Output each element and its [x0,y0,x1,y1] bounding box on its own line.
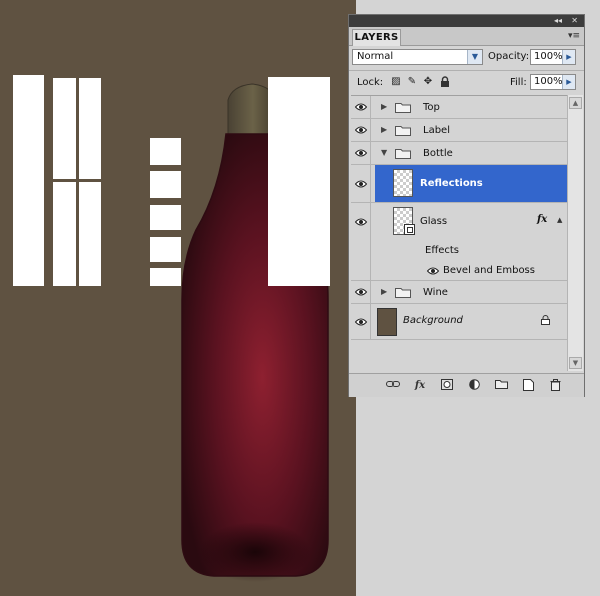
fill-value: 100% [534,76,563,87]
layer-row-wine[interactable]: ▶ Wine [351,281,567,304]
triangle-down-icon[interactable]: ▼ [381,148,387,157]
scroll-up-button[interactable]: ▲ [569,97,582,109]
layer-name[interactable]: Wine [423,287,448,298]
new-layer-icon[interactable] [521,379,535,392]
blend-mode-value: Normal [357,51,394,62]
eye-icon[interactable] [351,96,371,118]
effects-row[interactable]: Effects [351,241,567,261]
panel-titlebar[interactable]: ◂◂ ✕ [349,15,584,27]
effect-name[interactable]: Bevel and Emboss [443,265,535,276]
tab-row: LAYERS ▾≡ [349,27,584,46]
layer-name[interactable]: Background [403,315,463,326]
layer-name[interactable]: Label [423,125,450,136]
layer-row-reflections[interactable]: Reflections [351,165,567,203]
lock-transparent-icon[interactable]: ▨ [390,76,402,88]
document-canvas[interactable] [0,0,356,596]
eye-icon[interactable] [351,165,371,202]
scroll-down-button[interactable]: ▼ [569,357,582,369]
chevron-right-icon[interactable]: ▶ [562,75,575,89]
eye-icon[interactable] [351,203,371,241]
tab-layers[interactable]: LAYERS [352,29,401,46]
chevron-right-icon[interactable]: ▶ [562,50,575,64]
layer-name[interactable]: Reflections [420,178,483,189]
layer-thumbnail[interactable] [393,169,413,197]
folder-icon [395,103,411,113]
lock-label: Lock: [357,77,384,88]
blend-mode-select[interactable]: Normal ▼ [352,49,483,65]
eye-icon[interactable] [351,119,371,141]
eye-icon[interactable] [351,281,371,303]
panel-bottom-toolbar: fx [349,373,584,397]
layers-panel: ◂◂ ✕ LAYERS ▾≡ Normal ▼ Opacity: 100% ▶ … [348,14,585,397]
layer-name[interactable]: Glass [420,216,447,227]
placeholder-rect [53,78,76,179]
opacity-field[interactable]: 100% ▶ [530,49,576,65]
panel-menu-icon[interactable]: ▾≡ [568,31,580,41]
layer-thumbnail[interactable] [377,308,397,336]
adjustment-icon[interactable] [467,379,481,392]
fill-field[interactable]: 100% ▶ [530,74,576,90]
layers-scrollbar[interactable]: ▲ ▼ [567,95,583,371]
layer-name[interactable]: Bottle [423,148,453,159]
folder-icon [395,288,411,298]
divider [349,70,584,71]
layers-list: ▶ Top ▶ Label ▼ Bottle Reflections Glass… [351,95,567,372]
fx-icon[interactable]: fx [537,214,547,225]
smart-object-icon [404,224,415,235]
placeholder-rect [150,268,181,286]
eye-icon[interactable] [426,267,440,278]
new-group-icon[interactable] [494,379,508,392]
eye-slot [351,261,371,280]
lock-brush-icon[interactable]: ✎ [406,76,418,88]
placeholder-rect [150,171,181,198]
eye-icon[interactable] [351,304,371,339]
layer-name[interactable]: Top [423,102,440,113]
fx-icon[interactable]: fx [413,379,427,392]
placeholder-rect [150,205,181,230]
eye-icon[interactable] [351,142,371,164]
effects-label: Effects [425,245,459,256]
layer-row-top[interactable]: ▶ Top [351,96,567,119]
collapse-icon[interactable]: ◂◂ [554,16,562,26]
folder-icon [395,149,411,159]
layer-row-bottle[interactable]: ▼ Bottle [351,142,567,165]
link-icon[interactable] [386,379,400,392]
chevron-down-icon: ▼ [467,50,482,64]
placeholder-rect [53,182,76,286]
triangle-up-icon[interactable]: ▲ [557,216,562,224]
lock-position-icon[interactable]: ✥ [422,76,434,88]
lock-all-icon[interactable] [439,76,451,88]
triangle-right-icon[interactable]: ▶ [381,125,387,134]
layer-row-glass[interactable]: Glass fx ▲ [351,203,567,241]
placeholder-rect [79,182,101,286]
layer-row-background[interactable]: Background [351,304,567,340]
mask-icon[interactable] [440,379,454,392]
placeholder-rect [150,237,181,262]
eye-slot [351,241,371,261]
placeholder-rect [268,77,330,286]
opacity-label: Opacity: [488,51,530,62]
placeholder-rect [13,75,44,286]
triangle-right-icon[interactable]: ▶ [381,102,387,111]
folder-icon [395,126,411,136]
opacity-value: 100% [534,51,563,62]
layer-row-label[interactable]: ▶ Label [351,119,567,142]
close-icon[interactable]: ✕ [571,16,578,26]
trash-icon[interactable] [548,379,562,392]
fill-label: Fill: [510,77,527,88]
lock-icon [541,315,550,328]
effect-row-bevel[interactable]: Bevel and Emboss [351,261,567,281]
placeholder-rect [79,78,101,179]
triangle-right-icon[interactable]: ▶ [381,287,387,296]
placeholder-rect [150,138,181,165]
